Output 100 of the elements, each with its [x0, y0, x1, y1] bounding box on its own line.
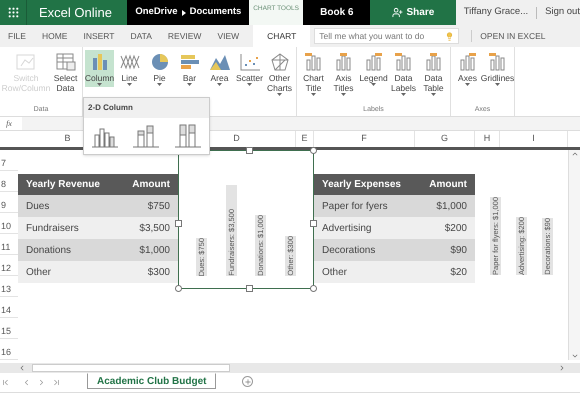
column-header[interactable]: F: [361, 132, 367, 146]
user-name[interactable]: Tiffany Grace...: [456, 5, 536, 20]
ribbon-button[interactable]: Line: [115, 50, 144, 87]
menu-heading: 2-D Column: [84, 98, 209, 118]
table-cell-text: $300: [148, 266, 170, 280]
column-header[interactable]: H: [484, 132, 490, 146]
sheet-tab[interactable]: Academic Club Budget: [87, 373, 216, 389]
caret-icon: [97, 83, 102, 86]
header-label: Yearly Revenue: [26, 178, 100, 192]
search-field[interactable]: Tell me what you want to do: [314, 28, 460, 44]
app-launcher-icon[interactable]: [6, 6, 20, 19]
ribbon-button[interactable]: Axis Titles: [329, 50, 358, 97]
breadcrumb-link[interactable]: Documents: [190, 5, 242, 20]
resize-handle[interactable]: [310, 220, 317, 226]
row-number[interactable]: 11: [1, 240, 10, 254]
breadcrumb-link[interactable]: OneDrive: [135, 5, 178, 20]
ribbon-button[interactable]: Axes: [453, 50, 482, 87]
ribbon-button[interactable]: Chart Title: [299, 50, 328, 97]
table-cell-text: Paper for fyers: [322, 200, 388, 214]
caret-icon: [401, 93, 406, 96]
column-chart-icon[interactable]: [173, 123, 204, 149]
column-header[interactable]: B: [64, 132, 70, 146]
caret-icon: [311, 93, 316, 96]
ribbon-button[interactable]: Scatter: [235, 50, 264, 87]
row-number[interactable]: 9: [1, 198, 6, 212]
caret-icon: [341, 93, 346, 96]
lightbulb-icon: [445, 32, 454, 40]
caret-icon: [371, 83, 376, 86]
chart-type-icon: [238, 52, 260, 72]
row-number[interactable]: 14: [1, 304, 12, 317]
row-number[interactable]: 13: [1, 282, 12, 296]
row-number[interactable]: 15: [1, 324, 12, 338]
file-name: Book 6: [303, 0, 370, 25]
ribbon-tab[interactable]: REVIEW: [160, 25, 210, 47]
caret-icon: [277, 93, 282, 96]
ribbon-button[interactable]: Area: [205, 50, 234, 87]
ribbon-tab[interactable]: INSERT: [75, 25, 122, 47]
row-number[interactable]: 12: [1, 262, 12, 275]
header-label: Yearly Expenses: [322, 178, 401, 192]
table-cell-text: Fundraisers: [26, 222, 79, 236]
scroll-up-icon[interactable]: [570, 150, 578, 158]
caret-icon: [247, 83, 252, 86]
breadcrumb-arrow-icon: [182, 10, 186, 16]
column-header[interactable]: D: [233, 132, 240, 146]
resize-handle[interactable]: [175, 285, 182, 292]
ribbon-button[interactable]: Bar: [175, 50, 204, 87]
header-label: Amount: [429, 178, 467, 192]
function-label[interactable]: fx: [0, 118, 18, 130]
next-sheet-icon[interactable]: [37, 378, 46, 387]
caret-icon: [465, 83, 470, 86]
resize-handle[interactable]: [246, 147, 253, 154]
ribbon-tab[interactable]: FILE: [0, 25, 34, 47]
chart-type-icon: [15, 52, 37, 72]
table-cell-text: $1,000: [139, 244, 170, 258]
table-cell-text: Decorations: [322, 244, 376, 258]
resize-handle[interactable]: [310, 285, 317, 292]
column-chart-icon[interactable]: [131, 123, 162, 149]
table-cell-text: Dues: [26, 200, 50, 214]
share-button[interactable]: Share: [370, 0, 456, 25]
chart-type-icon: [268, 52, 290, 72]
add-sheet-button[interactable]: [242, 376, 254, 387]
ribbon-tab[interactable]: CHART: [253, 25, 310, 47]
row-number[interactable]: 7: [1, 156, 6, 170]
ribbon-button[interactable]: Pie: [145, 50, 174, 87]
table-cell-text: Other: [322, 266, 348, 280]
header-label: Amount: [132, 178, 170, 192]
previous-sheet-icon[interactable]: [22, 378, 31, 387]
resize-handle[interactable]: [246, 285, 253, 292]
ribbon-tab[interactable]: HOME: [34, 25, 76, 47]
column-header[interactable]: I: [532, 132, 535, 146]
ribbon-button[interactable]: Gridlines: [483, 50, 512, 87]
ribbon-tab[interactable]: DATA: [122, 25, 160, 47]
resize-handle[interactable]: [310, 147, 317, 154]
ribbon-button[interactable]: Data Table: [419, 50, 448, 97]
caret-icon: [217, 83, 222, 86]
row-number[interactable]: 10: [1, 220, 12, 233]
row-number[interactable]: 16: [1, 346, 12, 359]
scroll-left-icon[interactable]: [18, 364, 26, 372]
last-sheet-icon[interactable]: [52, 378, 61, 387]
caret-icon: [431, 93, 436, 96]
table-cell-text: $20: [450, 266, 467, 280]
ribbon-button[interactable]: Legend: [359, 50, 388, 87]
column-header[interactable]: E: [301, 132, 308, 146]
open-in-excel-button[interactable]: OPEN IN EXCEL: [472, 25, 554, 47]
scroll-right-icon[interactable]: [558, 364, 566, 372]
ribbon-tab[interactable]: VIEW: [209, 25, 248, 47]
scrollbar-thumb[interactable]: [32, 364, 230, 372]
resize-handle[interactable]: [175, 220, 182, 226]
ribbon-button[interactable]: Select Data: [51, 50, 80, 94]
ribbon-button[interactable]: Column: [85, 50, 114, 87]
ribbon-button[interactable]: Data Labels: [389, 50, 418, 97]
sign-out-link[interactable]: Sign out: [537, 5, 580, 20]
column-header[interactable]: G: [440, 132, 448, 146]
chart-type-icon: [118, 52, 140, 72]
ribbon-button[interactable]: Other Charts: [265, 50, 294, 97]
table-cell-text: Advertising: [322, 222, 372, 236]
first-sheet-icon[interactable]: [1, 378, 10, 387]
scroll-down-icon[interactable]: [570, 352, 578, 360]
row-number[interactable]: 8: [1, 178, 6, 191]
table-cell-text: Other: [26, 266, 52, 280]
